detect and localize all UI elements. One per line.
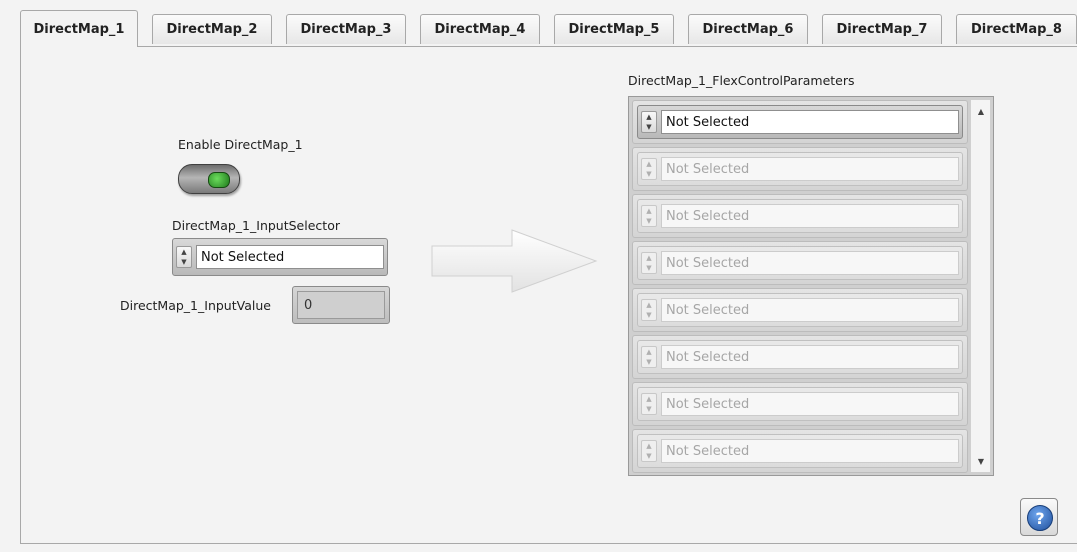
enable-label: Enable DirectMap_1 [178, 137, 303, 152]
flex-param-ring: ▲ ▼ Not Selected [637, 152, 963, 186]
input-selector-ring[interactable]: ▲ ▼ Not Selected [172, 238, 388, 276]
tab-directmap-4[interactable]: DirectMap_4 [420, 14, 540, 44]
spin-arrows-icon[interactable]: ▲ ▼ [641, 111, 657, 133]
list-item: ▲ ▼ Not Selected [632, 382, 968, 426]
scroll-down-icon[interactable]: ▼ [971, 452, 991, 470]
list-item: ▲ ▼ Not Selected [632, 147, 968, 191]
flex-params-list: ▲ ▼ Not Selected ▲ ▼ Not Selected ▲ ▼ Not S… [632, 100, 968, 473]
window: DirectMap_1 DirectMap_2 DirectMap_3 Dire… [0, 0, 1077, 552]
enable-toggle[interactable] [178, 164, 240, 194]
tab-directmap-5[interactable]: DirectMap_5 [554, 14, 674, 44]
flex-param-value: Not Selected [661, 345, 959, 369]
flex-param-ring: ▲ ▼ Not Selected [637, 246, 963, 280]
tab-directmap-7[interactable]: DirectMap_7 [822, 14, 942, 44]
input-value-display: 0 [297, 291, 385, 319]
flex-param-value: Not Selected [661, 439, 959, 463]
tab-bar: DirectMap_1 DirectMap_2 DirectMap_3 Dire… [20, 10, 1077, 47]
flex-param-value: Not Selected [661, 157, 959, 181]
flex-param-value: Not Selected [661, 204, 959, 228]
input-selector-value[interactable]: Not Selected [196, 245, 384, 269]
list-item: ▲ ▼ Not Selected [632, 100, 968, 144]
spin-arrows-icon: ▲ ▼ [641, 440, 657, 462]
tab-directmap-6[interactable]: DirectMap_6 [688, 14, 808, 44]
flex-param-value: Not Selected [661, 251, 959, 275]
tab-directmap-2[interactable]: DirectMap_2 [152, 14, 272, 44]
toggle-switch-icon [208, 172, 230, 188]
flex-param-ring[interactable]: ▲ ▼ Not Selected [637, 105, 963, 139]
tab-directmap-1[interactable]: DirectMap_1 [20, 10, 138, 47]
tab-directmap-3[interactable]: DirectMap_3 [286, 14, 406, 44]
list-item: ▲ ▼ Not Selected [632, 194, 968, 238]
scroll-up-icon[interactable]: ▲ [971, 102, 991, 120]
flex-params-array: ▲ ▼ Not Selected ▲ ▼ Not Selected ▲ ▼ Not S… [628, 96, 994, 476]
flex-param-value[interactable]: Not Selected [661, 110, 959, 134]
spin-arrows-icon: ▲ ▼ [641, 299, 657, 321]
flex-param-value: Not Selected [661, 298, 959, 322]
right-arrow-icon [431, 229, 598, 293]
flex-param-ring: ▲ ▼ Not Selected [637, 199, 963, 233]
spin-arrows-icon: ▲ ▼ [641, 205, 657, 227]
input-value-indicator: 0 [292, 286, 390, 324]
spin-arrows-icon: ▲ ▼ [641, 252, 657, 274]
array-scrollbar[interactable]: ▲ ▼ [970, 100, 990, 472]
flex-param-ring: ▲ ▼ Not Selected [637, 293, 963, 327]
flex-param-value: Not Selected [661, 392, 959, 416]
help-button[interactable]: ? [1020, 498, 1058, 536]
help-icon: ? [1027, 505, 1053, 531]
list-item: ▲ ▼ Not Selected [632, 429, 968, 473]
list-item: ▲ ▼ Not Selected [632, 288, 968, 332]
input-value-label: DirectMap_1_InputValue [120, 298, 271, 313]
flex-param-ring: ▲ ▼ Not Selected [637, 387, 963, 421]
flex-params-label: DirectMap_1_FlexControlParameters [628, 73, 855, 88]
flex-param-ring: ▲ ▼ Not Selected [637, 340, 963, 374]
list-item: ▲ ▼ Not Selected [632, 335, 968, 379]
spin-arrows-icon: ▲ ▼ [641, 158, 657, 180]
flex-param-ring: ▲ ▼ Not Selected [637, 434, 963, 468]
spin-arrows-icon: ▲ ▼ [641, 393, 657, 415]
tab-directmap-8[interactable]: DirectMap_8 [956, 14, 1077, 44]
input-selector-label: DirectMap_1_InputSelector [172, 218, 340, 233]
spin-arrows-icon: ▲ ▼ [641, 346, 657, 368]
list-item: ▲ ▼ Not Selected [632, 241, 968, 285]
spin-arrows-icon[interactable]: ▲ ▼ [176, 246, 192, 268]
